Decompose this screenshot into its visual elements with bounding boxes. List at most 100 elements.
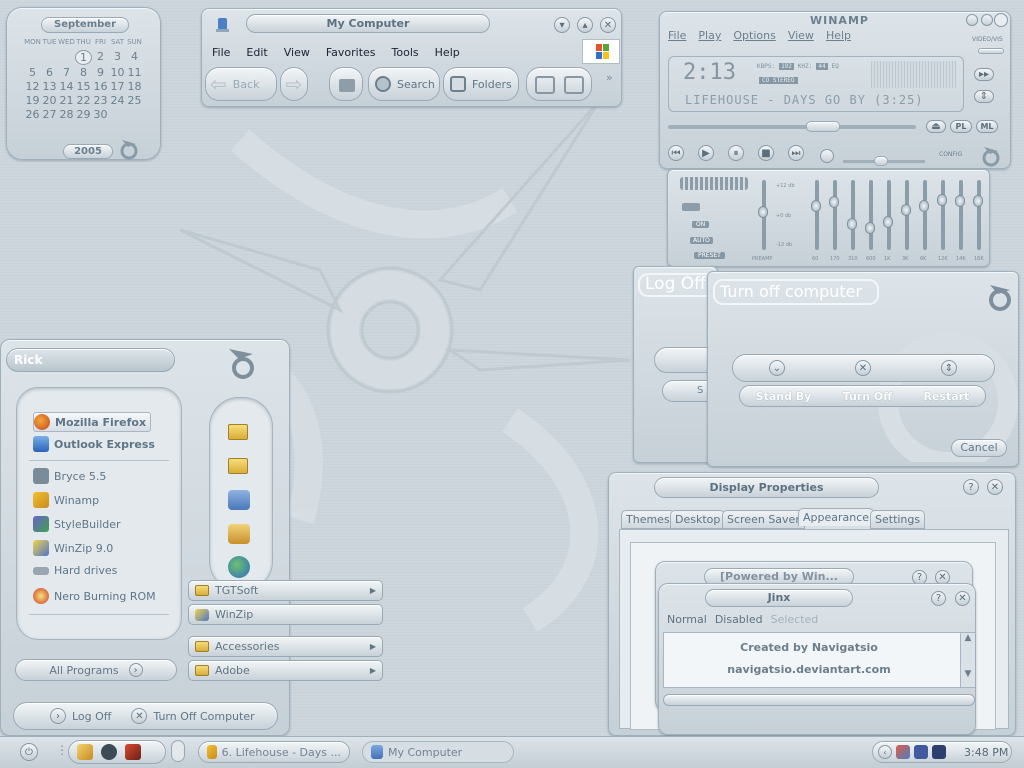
config-label[interactable]: CONFIG: [939, 151, 962, 158]
prev-button[interactable]: ⏮: [668, 145, 684, 161]
calendar-day[interactable]: 23: [92, 94, 109, 107]
calendar-day[interactable]: 4: [126, 50, 143, 65]
tab-settings[interactable]: Settings: [870, 510, 926, 529]
eq-slider-track[interactable]: [865, 180, 875, 250]
winamp-menu-view[interactable]: View: [788, 29, 814, 42]
toolbar-chevron-icon[interactable]: »: [606, 71, 613, 84]
views-button[interactable]: [526, 67, 592, 101]
eq-slider-track[interactable]: [829, 180, 839, 250]
eject-button[interactable]: ⏏: [926, 120, 946, 133]
taskbar-grip[interactable]: [171, 740, 185, 762]
calendar-day[interactable]: 18: [126, 80, 143, 93]
show-desktop-icon[interactable]: [77, 744, 93, 760]
calendar-day[interactable]: 13: [41, 80, 58, 93]
eq-slider-knob[interactable]: [758, 206, 768, 219]
winamp-toggle-button[interactable]: ⇕: [974, 90, 994, 103]
eq-slider-knob[interactable]: [937, 193, 947, 206]
calendar-day[interactable]: 12: [24, 80, 41, 93]
calendar-day[interactable]: 20: [41, 94, 58, 107]
restart-icon[interactable]: ⇕: [941, 360, 957, 376]
start-button[interactable]: ⏻: [20, 743, 38, 761]
scroll-up-icon[interactable]: ▲: [961, 633, 975, 643]
recent-winamp[interactable]: Winamp: [33, 492, 99, 508]
calendar-day[interactable]: 11: [126, 66, 143, 79]
control-panel-icon[interactable]: [228, 524, 250, 544]
submenu-winzip[interactable]: WinZip: [188, 604, 383, 625]
help-button[interactable]: ?: [963, 479, 979, 495]
calendar-day[interactable]: 2: [92, 50, 109, 65]
winamp-menu-options[interactable]: Options: [733, 29, 775, 42]
menu-tools[interactable]: Tools: [384, 46, 427, 59]
eq-slider-track[interactable]: [901, 180, 911, 250]
minimize-button[interactable]: ▾: [554, 17, 570, 33]
network-icon[interactable]: [228, 556, 250, 578]
calendar-day[interactable]: 25: [126, 94, 143, 107]
close-button[interactable]: ✕: [600, 17, 616, 33]
seek-bar[interactable]: [668, 125, 916, 129]
shuffle-button[interactable]: [820, 149, 834, 163]
recent-nero[interactable]: Nero Burning ROM: [33, 588, 156, 604]
calendar-day[interactable]: 28: [58, 108, 75, 121]
calendar-day[interactable]: 30: [92, 108, 109, 121]
calendar-day[interactable]: 7: [58, 66, 75, 79]
volume-handle[interactable]: [874, 156, 888, 166]
calendar-day[interactable]: 26: [24, 108, 41, 121]
maximize-button[interactable]: ▴: [577, 17, 593, 33]
calendar-day[interactable]: 22: [75, 94, 92, 107]
my-pictures-icon[interactable]: [228, 458, 248, 474]
calendar-day[interactable]: 19: [24, 94, 41, 107]
pause-button[interactable]: ⏸: [728, 145, 744, 161]
menu-file[interactable]: File: [204, 46, 238, 59]
standby-icon[interactable]: ⌄: [769, 360, 785, 376]
video-vis-toggle[interactable]: [978, 48, 1004, 54]
media-library-button[interactable]: ML: [976, 120, 998, 133]
restart-button[interactable]: Restart: [923, 390, 969, 403]
tab-screen-saver[interactable]: Screen Saver: [722, 510, 805, 529]
winamp-menu-help[interactable]: Help: [826, 29, 851, 42]
recent-stylebuilder[interactable]: StyleBuilder: [33, 516, 121, 532]
standby-button[interactable]: Stand By: [756, 390, 812, 403]
winamp-close-button[interactable]: [994, 13, 1008, 27]
play-button[interactable]: ▶: [698, 145, 714, 161]
recent-hard-drives[interactable]: Hard drives: [33, 564, 117, 577]
eq-slider-knob[interactable]: [883, 215, 893, 228]
eq-slider-track[interactable]: [973, 180, 983, 250]
submenu-adobe[interactable]: Adobe ▶: [188, 660, 383, 681]
turnoff-button[interactable]: Turn Off: [843, 390, 892, 403]
menu-view[interactable]: View: [276, 46, 318, 59]
winamp-shade-button[interactable]: [981, 14, 993, 26]
winamp-menu-play[interactable]: Play: [698, 29, 721, 42]
recent-bryce[interactable]: Bryce 5.5: [33, 468, 106, 484]
calendar-day[interactable]: 14: [58, 80, 75, 93]
submenu-tgtsoft[interactable]: TGTSoft ▶: [188, 580, 383, 601]
calendar-day[interactable]: 5: [24, 66, 41, 79]
eq-slider-knob[interactable]: [811, 200, 821, 213]
tab-themes[interactable]: Themes: [621, 510, 675, 529]
playlist-button[interactable]: PL: [950, 120, 972, 133]
submenu-accessories[interactable]: Accessories ▶: [188, 636, 383, 657]
all-programs-button[interactable]: All Programs ›: [15, 659, 177, 681]
logoff-link[interactable]: Log Off: [72, 710, 111, 723]
tray-app-icon[interactable]: [896, 745, 910, 759]
menu-favorites[interactable]: Favorites: [318, 46, 384, 59]
preview-scrollbar[interactable]: ▲ ▼: [960, 633, 975, 687]
tab-appearance[interactable]: Appearance: [798, 508, 875, 526]
calendar-day[interactable]: 8: [75, 66, 92, 79]
task-winamp[interactable]: 6. Lifehouse - Days ...: [198, 741, 350, 763]
calendar-day[interactable]: 16: [92, 80, 109, 93]
stop-button[interactable]: ■: [758, 145, 774, 161]
tray-collapse-icon[interactable]: ‹: [878, 745, 892, 759]
menu-edit[interactable]: Edit: [238, 46, 275, 59]
eq-slider-knob[interactable]: [955, 194, 965, 207]
tab-desktop[interactable]: Desktop: [670, 510, 726, 529]
eq-slider-knob[interactable]: [973, 194, 983, 207]
next-button[interactable]: ⏭: [788, 145, 804, 161]
calendar-day[interactable]: 15: [75, 80, 92, 93]
eq-slider-knob[interactable]: [901, 204, 911, 217]
calendar-day[interactable]: 6: [41, 66, 58, 79]
back-button[interactable]: ⇦ Back: [205, 67, 277, 101]
search-button[interactable]: Search: [368, 67, 440, 101]
calendar-day[interactable]: 27: [41, 108, 58, 121]
seek-handle[interactable]: [806, 121, 840, 132]
eq-slider-knob[interactable]: [865, 221, 875, 234]
